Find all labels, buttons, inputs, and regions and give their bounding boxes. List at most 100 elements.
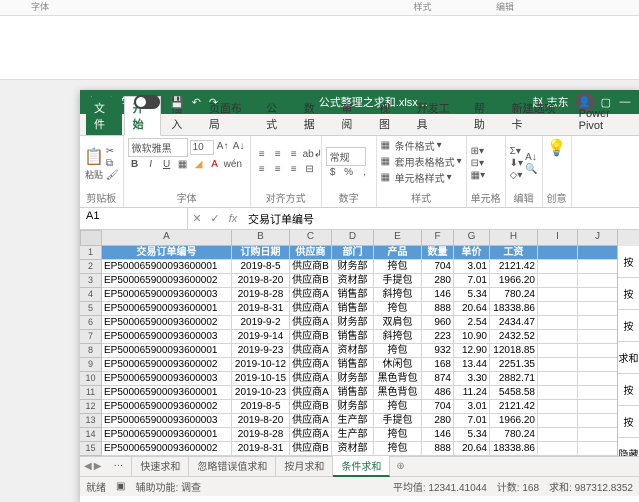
cell-styles-button[interactable]: ▦单元格样式▾	[381, 170, 462, 185]
merge-cells-icon[interactable]: ⊟	[303, 164, 317, 178]
enter-formula-icon[interactable]: ✓	[206, 212, 224, 225]
cell[interactable]	[578, 246, 618, 260]
cell[interactable]	[538, 372, 578, 386]
cell[interactable]	[538, 428, 578, 442]
cell[interactable]: 888	[422, 442, 454, 456]
format-as-table-button[interactable]: ▦套用表格格式▾	[381, 154, 462, 169]
cell[interactable]: 2019-8-31	[232, 442, 290, 456]
cell[interactable]: 供应商A	[290, 302, 332, 316]
cell[interactable]: 供应商A	[290, 386, 332, 400]
fx-icon[interactable]: fx	[224, 213, 242, 225]
cell[interactable]: EP500065900093600001	[102, 386, 232, 400]
cell[interactable]: EP500065900093600001	[102, 302, 232, 316]
cell[interactable]	[538, 302, 578, 316]
cell[interactable]: 2019-8-5	[232, 400, 290, 414]
cell[interactable]: 888	[422, 302, 454, 316]
cell[interactable]: 5458.58	[490, 386, 538, 400]
add-sheet-button[interactable]: ⊕	[390, 461, 410, 472]
undo-icon[interactable]: ↶	[192, 96, 201, 109]
column-header[interactable]: I	[538, 230, 578, 246]
column-header[interactable]: J	[578, 230, 618, 246]
cell[interactable]: 11.24	[454, 386, 490, 400]
cell[interactable]: 780.24	[490, 428, 538, 442]
cell[interactable]: 3.01	[454, 260, 490, 274]
cell[interactable]: EP500065900093600003	[102, 414, 232, 428]
column-header[interactable]: G	[454, 230, 490, 246]
cell[interactable]: 10.90	[454, 330, 490, 344]
cell[interactable]: 2019-8-5	[232, 260, 290, 274]
grow-font-icon[interactable]: A↑	[216, 141, 230, 155]
cell[interactable]: EP500065900093600002	[102, 358, 232, 372]
cell[interactable]: 18338.86	[490, 442, 538, 456]
sheet-tab[interactable]: 快速求和	[132, 456, 189, 477]
format-painter-icon[interactable]: 🖌	[106, 170, 119, 181]
cell[interactable]	[578, 372, 618, 386]
align-left-icon[interactable]: ≡	[255, 164, 269, 178]
row-header[interactable]: 3	[80, 274, 102, 288]
cell[interactable]: 生产部	[332, 414, 374, 428]
border-icon[interactable]: ▦	[176, 159, 190, 173]
align-center-icon[interactable]: ≡	[271, 164, 285, 178]
cell[interactable]: 挎包	[374, 428, 422, 442]
font-name-select[interactable]: 微软雅黑	[128, 138, 188, 157]
cell[interactable]: 2121.42	[490, 260, 538, 274]
cell[interactable]: EP500065900093600002	[102, 316, 232, 330]
formula-bar[interactable]: 交易订单编号	[242, 209, 639, 229]
cell[interactable]: 斜挎包	[374, 288, 422, 302]
cell[interactable]	[578, 344, 618, 358]
cell[interactable]: 订购日期	[232, 246, 290, 260]
row-header[interactable]: 9	[80, 358, 102, 372]
cell[interactable]: 供应商A	[290, 344, 332, 358]
cell[interactable]: EP500065900093600001	[102, 260, 232, 274]
cell[interactable]: 1966.20	[490, 274, 538, 288]
cell[interactable]: 挎包	[374, 400, 422, 414]
cell[interactable]: 销售部	[332, 288, 374, 302]
cell[interactable]: 2434.47	[490, 316, 538, 330]
currency-icon[interactable]: $	[326, 167, 340, 181]
column-header[interactable]: H	[490, 230, 538, 246]
cell[interactable]: 黑色背包	[374, 372, 422, 386]
cell[interactable]: EP500065900093600003	[102, 372, 232, 386]
cell[interactable]: 数量	[422, 246, 454, 260]
cell[interactable]: 供应商A	[290, 428, 332, 442]
cell[interactable]: 7.01	[454, 414, 490, 428]
cell[interactable]: 2019-9-23	[232, 344, 290, 358]
conditional-format-button[interactable]: ▦条件格式▾	[381, 138, 462, 153]
cell[interactable]: 挎包	[374, 302, 422, 316]
wrap-text-icon[interactable]: ab↲	[303, 149, 317, 163]
cell[interactable]: 挎包	[374, 260, 422, 274]
tab-审阅[interactable]: 审阅	[333, 97, 369, 135]
cell[interactable]	[538, 386, 578, 400]
cell[interactable]	[578, 330, 618, 344]
row-header[interactable]: 5	[80, 302, 102, 316]
fill-icon[interactable]: ⬇▾	[510, 158, 523, 169]
cell[interactable]: 20.64	[454, 302, 490, 316]
tab-Power Pivot[interactable]: Power Pivot	[571, 105, 639, 135]
cell[interactable]: 销售部	[332, 358, 374, 372]
tab-开发工具[interactable]: 开发工具	[409, 97, 464, 135]
row-header[interactable]: 1	[80, 246, 102, 260]
cell[interactable]: 供应商B	[290, 260, 332, 274]
cell[interactable]: 财务部	[332, 372, 374, 386]
name-box[interactable]: A1	[80, 208, 188, 229]
cell[interactable]	[578, 400, 618, 414]
percent-icon[interactable]: %	[342, 167, 356, 181]
cell[interactable]: 12018.85	[490, 344, 538, 358]
cell[interactable]: EP500065900093600003	[102, 288, 232, 302]
cell[interactable]: 3.01	[454, 400, 490, 414]
cell[interactable]: 供应商A	[290, 288, 332, 302]
cell[interactable]	[578, 260, 618, 274]
cell[interactable]: EP500065900093600002	[102, 400, 232, 414]
cell[interactable]: 2019-8-20	[232, 274, 290, 288]
cell[interactable]: 供应商B	[290, 442, 332, 456]
cell[interactable]: 2019-8-28	[232, 428, 290, 442]
cut-icon[interactable]: ✂	[106, 146, 119, 157]
sheet-tab[interactable]: 条件求和	[333, 456, 390, 477]
cell[interactable]: 工资	[490, 246, 538, 260]
cell[interactable]: 2019-8-28	[232, 288, 290, 302]
cell[interactable]: 13.44	[454, 358, 490, 372]
row-header[interactable]: 2	[80, 260, 102, 274]
font-color-icon[interactable]: A	[208, 159, 222, 173]
cell[interactable]	[538, 358, 578, 372]
cell[interactable]: 2019-9-2	[232, 316, 290, 330]
